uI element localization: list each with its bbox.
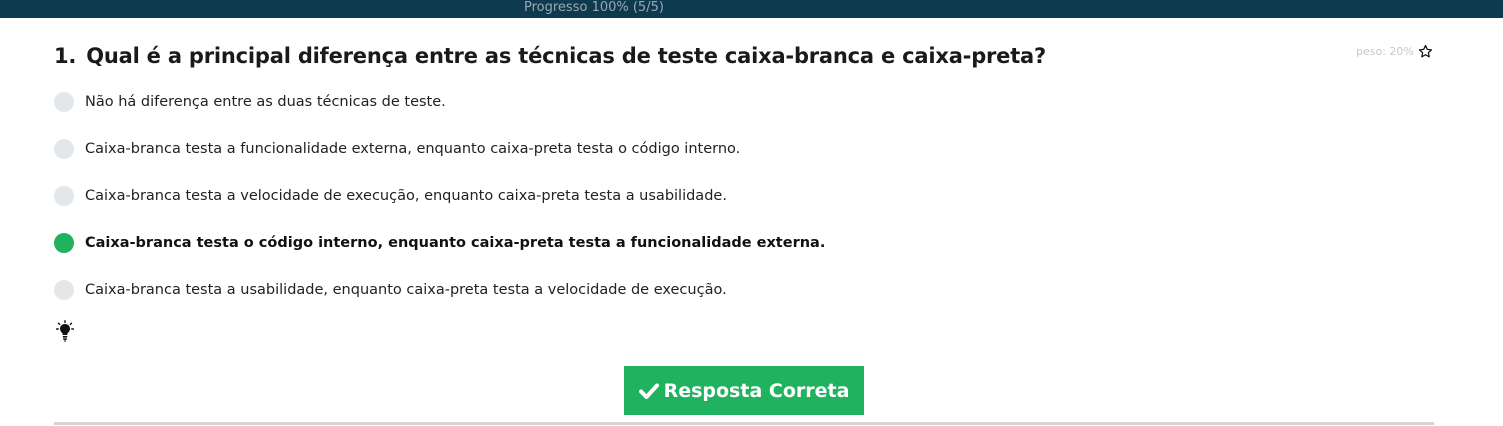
weight-label: peso: 20% — [1356, 45, 1414, 58]
radio-button-selected[interactable] — [54, 233, 74, 253]
answer-option-1[interactable]: Não há diferença entre as duas técnicas … — [54, 91, 446, 113]
option-label: Caixa-branca testa o código interno, enq… — [85, 235, 826, 251]
option-label: Não há diferença entre as duas técnicas … — [85, 94, 446, 110]
option-label: Caixa-branca testa a velocidade de execu… — [85, 188, 727, 204]
answer-option-4[interactable]: Caixa-branca testa o código interno, enq… — [54, 232, 825, 254]
progress-label: Progresso 100% (5/5) — [524, 0, 664, 15]
question-text: Qual é a principal diferença entre as té… — [86, 44, 1047, 68]
answer-option-3[interactable]: Caixa-branca testa a velocidade de execu… — [54, 185, 727, 207]
progress-bar — [0, 0, 1503, 18]
option-label: Caixa-branca testa a funcionalidade exte… — [85, 141, 741, 157]
radio-button[interactable] — [54, 139, 74, 159]
radio-button[interactable] — [54, 280, 74, 300]
check-icon — [638, 383, 659, 399]
radio-button[interactable] — [54, 92, 74, 112]
question-weight: peso: 20% — [1356, 44, 1433, 59]
answer-option-5[interactable]: Caixa-branca testa a usabilidade, enquan… — [54, 279, 727, 301]
radio-button[interactable] — [54, 186, 74, 206]
lightbulb-icon[interactable] — [56, 320, 74, 342]
bottom-divider — [54, 422, 1434, 425]
answer-button-label: Resposta Correta — [663, 379, 850, 402]
star-icon[interactable] — [1418, 44, 1433, 59]
question-number: 1. — [54, 44, 77, 68]
question-title: 1. Qual é a principal diferença entre as … — [54, 44, 1046, 68]
option-label: Caixa-branca testa a usabilidade, enquan… — [85, 282, 727, 298]
correct-answer-button[interactable]: Resposta Correta — [624, 366, 864, 415]
answer-option-2[interactable]: Caixa-branca testa a funcionalidade exte… — [54, 138, 740, 160]
